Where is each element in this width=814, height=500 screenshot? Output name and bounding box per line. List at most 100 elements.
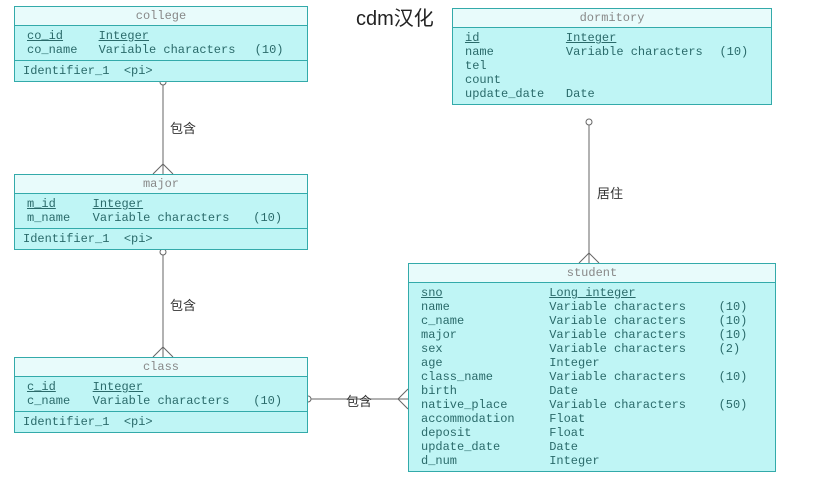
entity-attributes: c_idIntegerc_nameVariable characters(10) — [15, 377, 307, 411]
attribute-cell: Date — [545, 384, 714, 398]
attribute-cell: Variable characters — [545, 370, 714, 384]
entity-attributes: co_idIntegerco_nameVariable characters(1… — [15, 26, 307, 60]
attribute-cell — [80, 197, 89, 211]
attribute-row: co_nameVariable characters(10) — [23, 43, 299, 57]
attribute-cell: (10) — [715, 314, 758, 328]
attribute-cell: Variable characters — [562, 45, 716, 59]
attribute-row: c_name Variable characters(10) — [417, 314, 767, 328]
attribute-cell — [758, 314, 767, 328]
attribute-cell: m_id — [23, 197, 80, 211]
attribute-cell — [536, 412, 545, 426]
attribute-cell: Integer — [545, 454, 714, 468]
attribute-cell — [758, 328, 767, 342]
attribute-cell: accommodation — [417, 412, 536, 426]
attribute-cell — [758, 426, 767, 440]
attribute-row: sexVariable characters(2) — [417, 342, 767, 356]
attribute-cell: deposit — [417, 426, 536, 440]
attribute-cell: tel — [461, 59, 553, 73]
attribute-cell — [553, 87, 561, 101]
rel-label-class-student: 包含 — [346, 391, 372, 410]
entity-title: dormitory — [453, 9, 771, 28]
attribute-cell: (10) — [715, 45, 754, 59]
attribute-cell — [553, 31, 561, 45]
attribute-cell: Date — [562, 87, 716, 101]
attribute-cell: Variable characters — [545, 300, 714, 314]
attribute-cell: major — [417, 328, 536, 342]
attribute-cell: sno — [417, 286, 536, 300]
attribute-cell — [536, 286, 545, 300]
entity-title: major — [15, 175, 307, 194]
attribute-cell — [715, 73, 754, 87]
attribute-cell — [758, 398, 767, 412]
attribute-cell — [758, 412, 767, 426]
attribute-cell — [754, 73, 763, 87]
attribute-row: birthDate — [417, 384, 767, 398]
attribute-cell: Variable characters — [545, 328, 714, 342]
attribute-cell — [86, 29, 95, 43]
attribute-cell: Date — [545, 440, 714, 454]
attribute-cell: (10) — [715, 370, 758, 384]
attribute-row: co_idInteger — [23, 29, 299, 43]
attribute-row: name Variable characters(10) — [461, 45, 763, 59]
entity-title: college — [15, 7, 307, 26]
attribute-cell: c_id — [23, 380, 80, 394]
attribute-row: depositFloat — [417, 426, 767, 440]
attribute-cell — [562, 73, 716, 87]
attribute-cell: Integer — [89, 197, 250, 211]
attribute-cell — [536, 342, 545, 356]
attribute-cell — [758, 342, 767, 356]
attribute-cell — [290, 394, 299, 408]
attribute-cell: (2) — [715, 342, 758, 356]
attribute-cell — [536, 300, 545, 314]
attribute-cell — [758, 370, 767, 384]
attribute-row: sno Long integer — [417, 286, 767, 300]
attribute-cell — [715, 59, 754, 73]
entity-identifier: Identifier_1 <pi> — [15, 60, 307, 81]
attribute-cell: class_name — [417, 370, 536, 384]
attribute-cell — [536, 314, 545, 328]
attribute-cell — [536, 440, 545, 454]
rel-label-college-major: 包含 — [170, 118, 196, 137]
attribute-cell — [758, 300, 767, 314]
attribute-cell — [536, 454, 545, 468]
attribute-cell — [715, 31, 754, 45]
entity-identifier: Identifier_1 <pi> — [15, 228, 307, 249]
attribute-cell: d_num — [417, 454, 536, 468]
attribute-cell: Variable characters — [95, 43, 251, 57]
attribute-cell: name — [461, 45, 553, 59]
attribute-row: native_placeVariable characters(50) — [417, 398, 767, 412]
rel-label-dormitory-student: 居住 — [597, 183, 623, 202]
attribute-cell — [553, 59, 561, 73]
attribute-cell: (10) — [249, 394, 290, 408]
attribute-cell: name — [417, 300, 536, 314]
attribute-cell: (10) — [715, 300, 758, 314]
attribute-cell — [536, 384, 545, 398]
attribute-cell — [715, 87, 754, 101]
attribute-cell — [754, 87, 763, 101]
entity-dormitory: dormitory idIntegernameVariable characte… — [452, 8, 772, 105]
attribute-cell: Float — [545, 412, 714, 426]
attribute-row: d_num Integer — [417, 454, 767, 468]
attribute-row: majorVariable characters(10) — [417, 328, 767, 342]
attribute-row: update_dateDate — [461, 87, 763, 101]
attribute-cell — [715, 286, 758, 300]
attribute-row: m_nameVariable characters(10) — [23, 211, 299, 225]
attribute-cell: co_id — [23, 29, 86, 43]
attribute-cell: Integer — [545, 356, 714, 370]
entity-class: class c_idIntegerc_nameVariable characte… — [14, 357, 308, 433]
page-title: cdm汉化 — [356, 2, 434, 31]
attribute-cell — [758, 454, 767, 468]
attribute-cell — [536, 356, 545, 370]
attribute-row: ageInteger — [417, 356, 767, 370]
attribute-cell — [536, 370, 545, 384]
attribute-cell — [553, 73, 561, 87]
attribute-cell: Variable characters — [545, 314, 714, 328]
attribute-row: name Variable characters(10) — [417, 300, 767, 314]
entity-attributes: idIntegernameVariable characters(10)telc… — [453, 28, 771, 104]
attribute-cell: c_name — [417, 314, 536, 328]
attribute-cell — [758, 384, 767, 398]
entity-college: college co_idIntegerco_nameVariable char… — [14, 6, 308, 82]
attribute-cell — [536, 426, 545, 440]
attribute-cell — [80, 394, 89, 408]
attribute-cell: Long integer — [545, 286, 714, 300]
